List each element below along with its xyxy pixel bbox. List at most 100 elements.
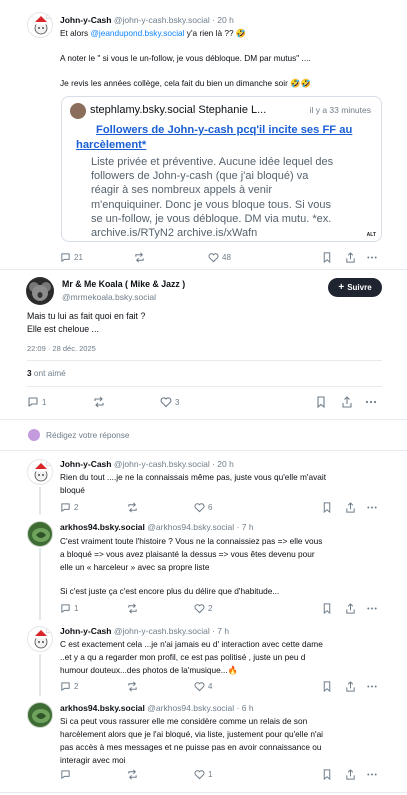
like-button[interactable]: 48 <box>208 252 231 263</box>
share-button[interactable] <box>341 396 353 408</box>
repost-icon <box>128 502 137 513</box>
likes-summary[interactable]: 3 ont aimé <box>27 367 66 380</box>
share-icon <box>342 396 352 408</box>
bookmark-button[interactable] <box>322 603 332 614</box>
share-button[interactable] <box>345 769 356 780</box>
share-button[interactable] <box>345 502 356 513</box>
post-time[interactable]: · 20 h <box>212 15 234 25</box>
plus-icon: + <box>338 281 345 293</box>
post-text-line: elle un « harceleur » avec sa propre lis… <box>60 562 210 572</box>
heart-icon <box>194 503 205 513</box>
author-avatar[interactable] <box>27 626 53 652</box>
bookmark-icon <box>317 396 325 408</box>
quote-body: Liste privée et préventive. Aucune idée … <box>91 156 334 240</box>
author-avatar[interactable] <box>27 12 53 38</box>
reply-post[interactable]: arkhos94.bsky.social @arkhos94.bsky.soci… <box>0 698 407 788</box>
author-avatar[interactable] <box>27 459 53 485</box>
like-button[interactable]: 2 <box>194 603 212 614</box>
author-handle[interactable]: @arkhos94.bsky.social <box>147 703 234 713</box>
like-button[interactable]: 4 <box>194 681 212 692</box>
more-button[interactable] <box>366 769 378 780</box>
repost-button[interactable] <box>93 396 105 408</box>
more-button[interactable] <box>365 396 377 408</box>
author-handle[interactable]: @arkhos94.bsky.social <box>147 522 234 532</box>
share-button[interactable] <box>345 603 356 614</box>
more-button[interactable] <box>366 502 378 513</box>
bookmark-icon <box>323 502 331 513</box>
reply-composer[interactable]: Rédigez votre réponse <box>28 428 388 442</box>
reply-post[interactable]: John-y-Cash @john-y-cash.bsky.social · 7… <box>0 622 407 694</box>
author-name[interactable]: arkhos94.bsky.social <box>60 522 145 532</box>
like-button[interactable]: 6 <box>194 502 212 513</box>
reply-button[interactable]: 2 <box>60 681 78 692</box>
more-button[interactable] <box>366 603 378 614</box>
mention-link[interactable]: @jeandupond.bsky.social <box>90 28 184 38</box>
bookmark-button[interactable] <box>322 769 332 780</box>
bookmark-button[interactable] <box>322 681 332 692</box>
repost-button[interactable] <box>127 603 138 614</box>
post-actions: 2 6 <box>60 502 400 514</box>
reply-button[interactable]: 21 <box>60 252 83 263</box>
post-text-line: A noter le " si vous le un-follow, je vo… <box>60 53 311 63</box>
divider <box>27 360 382 361</box>
post-text-line: interagir avec moi <box>60 755 126 765</box>
author-name[interactable]: John-y-Cash <box>60 459 111 469</box>
post-header: John-y-Cash @john-y-cash.bsky.social · 2… <box>60 15 234 25</box>
bookmark-button[interactable] <box>322 502 332 513</box>
post-actions: 21 48 <box>60 252 400 264</box>
share-button[interactable] <box>345 681 356 692</box>
bookmark-button[interactable] <box>322 252 332 263</box>
share-button[interactable] <box>345 252 356 263</box>
post-text-line: Mais tu lui as fait quoi en fait ? <box>27 311 146 321</box>
author-handle[interactable]: @mrmekoala.bsky.social <box>62 292 156 302</box>
author-name[interactable]: Mr & Me Koala ( Mike & Jazz ) <box>62 279 185 289</box>
repost-button[interactable] <box>127 769 138 780</box>
author-name[interactable]: John-y-Cash <box>60 15 111 25</box>
quote-list-title[interactable]: Followers de John-y-cash pcq'il incite s… <box>76 123 376 153</box>
like-button[interactable]: 1 <box>194 769 212 780</box>
author-handle[interactable]: @john-y-cash.bsky.social <box>114 626 210 636</box>
heart-icon <box>194 604 205 614</box>
post-text-line: Si ca peut vous rassurer elle me considè… <box>60 716 308 726</box>
post-time[interactable]: · 7 h <box>237 522 254 532</box>
author-avatar[interactable] <box>27 521 53 547</box>
author-handle[interactable]: @john-y-cash.bsky.social <box>114 459 210 469</box>
author-avatar[interactable] <box>26 277 54 305</box>
share-icon <box>346 252 355 263</box>
like-button[interactable]: 3 <box>160 396 179 408</box>
author-name[interactable]: arkhos94.bsky.social <box>60 703 145 713</box>
reply-placeholder[interactable]: Rédigez votre réponse <box>46 430 129 440</box>
share-icon <box>346 769 355 780</box>
repost-button[interactable] <box>127 502 138 513</box>
repost-button[interactable] <box>134 252 145 263</box>
reply-icon <box>61 604 70 613</box>
reply-button[interactable] <box>60 769 74 780</box>
more-button[interactable] <box>366 681 378 692</box>
share-icon <box>346 681 355 692</box>
post-text-line: C'est vraiment toute l'histoire ? Vous n… <box>60 536 323 546</box>
repost-icon <box>128 681 137 692</box>
author-name[interactable]: John-y-Cash <box>60 626 111 636</box>
post-actions: 1 <box>60 769 400 781</box>
reply-button[interactable]: 1 <box>27 396 46 408</box>
alt-badge[interactable]: ALT <box>365 232 377 238</box>
post-text-line: Elle est cheloue ... <box>27 324 99 334</box>
more-button[interactable] <box>366 252 378 263</box>
repost-button[interactable] <box>127 681 138 692</box>
bookmark-button[interactable] <box>316 396 326 408</box>
quote-avatar <box>70 103 86 119</box>
follow-button[interactable]: + Suivre <box>328 278 382 297</box>
author-avatar[interactable] <box>27 702 53 728</box>
post-text-line: Et alors @jeandupond.bsky.social y'a rie… <box>60 28 247 38</box>
top-post[interactable]: John-y-Cash @john-y-cash.bsky.social · 2… <box>0 0 407 270</box>
post-time[interactable]: · 7 h <box>212 626 229 636</box>
reply-post[interactable]: John-y-Cash @john-y-cash.bsky.social · 2… <box>0 455 407 515</box>
post-time[interactable]: · 20 h <box>212 459 234 469</box>
post-timestamp[interactable]: 22:09 · 28 déc. 2025 <box>27 342 96 355</box>
post-time[interactable]: · 6 h <box>237 703 254 713</box>
reply-button[interactable]: 2 <box>60 502 78 513</box>
reply-post[interactable]: arkhos94.bsky.social @arkhos94.bsky.soci… <box>0 517 407 617</box>
author-handle[interactable]: @john-y-cash.bsky.social <box>114 15 210 25</box>
reply-button[interactable]: 1 <box>60 603 78 614</box>
quoted-post-card[interactable]: stephlamy.bsky.social Stephanie L... il … <box>61 96 382 242</box>
